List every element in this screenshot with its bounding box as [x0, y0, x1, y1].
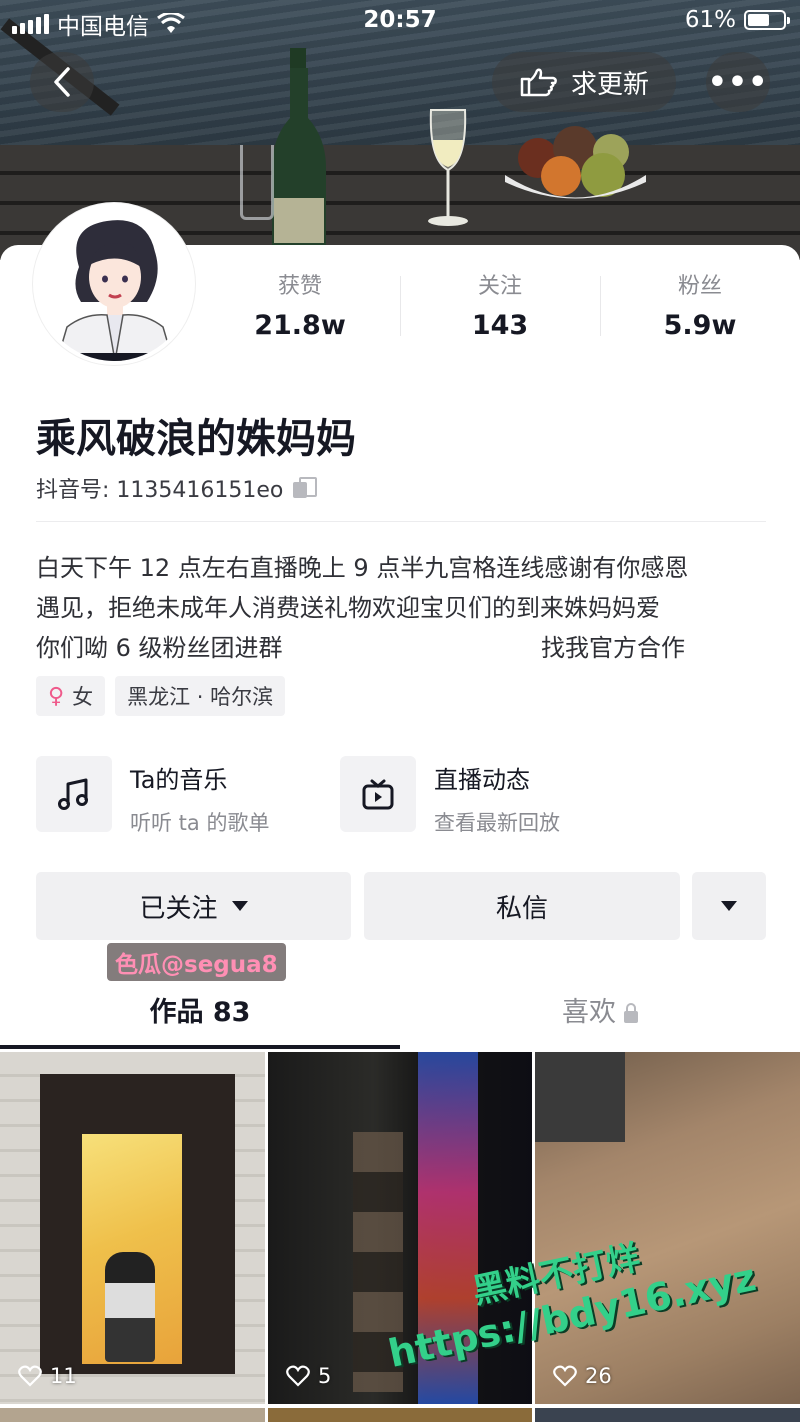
location-label: 黑龙江 · 哈尔滨 [127, 685, 274, 709]
douyin-id: 抖音号: 1135416151eo [36, 472, 318, 504]
profile-tags: ♀ 女 黑龙江 · 哈尔滨 [36, 676, 286, 716]
chevron-left-icon [54, 67, 70, 97]
music-title: Ta的音乐 [130, 766, 228, 794]
thumb-person [105, 1252, 155, 1362]
video-likes: 5 [286, 1364, 331, 1388]
video-likes: 11 [18, 1364, 77, 1388]
status-time: 20:57 [363, 7, 437, 33]
location-tag: 黑龙江 · 哈尔滨 [115, 676, 286, 716]
avatar-illustration [37, 207, 191, 361]
stat-followers[interactable]: 粉丝 5.9w [600, 268, 800, 348]
followed-label: 已关注 [139, 893, 218, 924]
caret-down-icon [721, 901, 737, 911]
tab-likes[interactable]: 喜欢 [400, 990, 800, 1048]
video-thumbnail-row2 [535, 1408, 800, 1422]
thumb-dark-object [535, 1052, 625, 1142]
tv-icon [340, 756, 416, 832]
music-subtitle: 听听 ta 的歌单 [130, 811, 270, 835]
stat-likes-label: 获赞 [277, 274, 322, 299]
cover-bottle [272, 48, 326, 258]
followed-button[interactable]: 已关注 [36, 872, 351, 940]
tab-likes-label: 喜欢 [562, 997, 616, 1028]
heart-icon [553, 1365, 577, 1387]
cover-wine-glass [428, 109, 468, 226]
profile-bio: 白天下午 12 点左右直播晚上 9 点半九宫格连线感谢有你感恩 遇见，拒绝未成年… [36, 548, 766, 668]
divider [36, 521, 766, 522]
profile-avatar[interactable] [33, 203, 195, 365]
video-thumbnail-row2 [268, 1408, 532, 1422]
live-title: 直播动态 [434, 766, 530, 794]
message-button[interactable]: 私信 [364, 872, 680, 940]
request-update-label: 求更新 [570, 69, 649, 100]
lock-icon [624, 1003, 638, 1023]
stat-likes[interactable]: 获赞 21.8w [200, 268, 400, 348]
profile-stats: 获赞 21.8w 关注 143 粉丝 5.9w [200, 268, 800, 348]
stat-following-label: 关注 [477, 274, 522, 299]
stat-followers-value: 5.9w [663, 310, 737, 341]
douyin-id-text: 抖音号: 1135416151eo [36, 478, 284, 503]
bio-line: 白天下午 12 点左右直播晚上 9 点半九宫格连线感谢有你感恩 [36, 554, 689, 582]
tab-works[interactable]: 作品 83 [0, 990, 400, 1048]
live-subtitle: 查看最新回放 [434, 811, 560, 835]
stat-likes-value: 21.8w [254, 310, 346, 341]
cover-fruit-bowl [505, 126, 646, 199]
recommend-dropdown-button[interactable] [692, 872, 766, 940]
battery-percent: 61% [684, 7, 736, 33]
video-likes-count: 26 [585, 1364, 612, 1388]
more-icon: ••• [707, 64, 769, 100]
tab-active-indicator [0, 1045, 400, 1049]
caret-down-icon [231, 901, 248, 911]
status-bar: 中国电信 20:57 61% [0, 0, 800, 40]
copy-icon[interactable] [293, 477, 318, 499]
video-likes: 26 [553, 1364, 612, 1388]
content-tabs: 作品 83 喜欢 [0, 990, 800, 1050]
cover-cup [240, 145, 274, 220]
video-thumbnail-row2 [0, 1408, 265, 1422]
watermark-segua: 色瓜@segua8 [107, 943, 286, 981]
music-note-icon [36, 756, 112, 832]
live-entry[interactable]: 直播动态 查看最新回放 [340, 756, 560, 835]
pointing-hand-icon [520, 68, 557, 97]
video-likes-count: 11 [50, 1364, 77, 1388]
video-thumbnail[interactable]: 11 [0, 1052, 265, 1404]
back-button[interactable] [30, 52, 94, 112]
heart-icon [286, 1365, 310, 1387]
profile-name: 乘风破浪的姝妈妈 [36, 416, 356, 462]
stat-following[interactable]: 关注 143 [400, 268, 600, 348]
bio-line: 遇见，拒绝未成年人消费送礼物欢迎宝贝们的到来姝妈妈爱 [36, 594, 660, 622]
official-cooperation-link[interactable]: 找我官方合作 [541, 628, 685, 668]
message-label: 私信 [495, 893, 548, 924]
stat-followers-label: 粉丝 [677, 274, 722, 299]
stat-following-value: 143 [471, 310, 529, 341]
heart-icon [18, 1365, 42, 1387]
female-icon: ♀ [48, 683, 65, 709]
music-entry[interactable]: Ta的音乐 听听 ta 的歌单 [36, 756, 270, 835]
battery-icon [744, 10, 790, 30]
gender-tag: ♀ 女 [36, 676, 106, 716]
more-options-button[interactable]: ••• [706, 52, 770, 112]
gender-label: 女 [72, 685, 94, 709]
video-likes-count: 5 [318, 1364, 332, 1388]
request-update-button[interactable]: 求更新 [492, 52, 676, 112]
